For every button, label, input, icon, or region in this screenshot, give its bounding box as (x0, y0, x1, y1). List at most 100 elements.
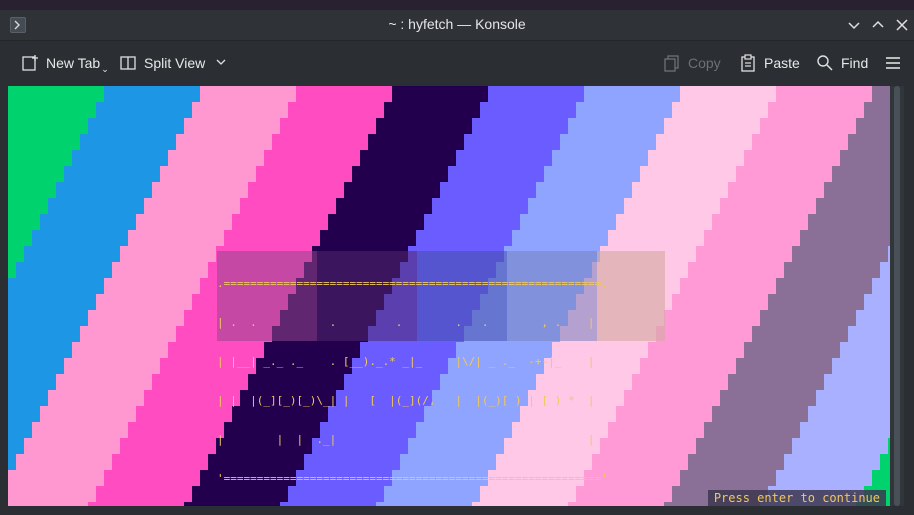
stripe-cell (720, 390, 817, 407)
stripe-cell (760, 310, 857, 327)
find-button[interactable]: Find (815, 51, 868, 75)
new-tab-label: New Tab (46, 55, 101, 71)
stripe-cell (736, 358, 833, 375)
stripe-cell (376, 118, 473, 135)
stripe-cell (8, 422, 33, 439)
stripe-cell (288, 102, 385, 119)
stripe-cell (8, 470, 105, 487)
stripe-cell (608, 230, 705, 247)
stripe-cell (192, 102, 289, 119)
main-toolbar: New Tab ⌄ Split View Copy Paste Find (0, 41, 914, 85)
hyfetch-ascii-banner: .=======================================… (217, 251, 669, 485)
paste-button[interactable]: Paste (738, 51, 800, 75)
stripe-cell (872, 470, 890, 487)
stripe-cell (32, 422, 129, 439)
chevron-down-icon[interactable] (215, 55, 227, 71)
stripe-cell (392, 86, 489, 103)
stripe-cell (672, 294, 769, 311)
stripe-cell (8, 102, 97, 119)
stripe-cell (168, 150, 265, 167)
stripe-cell (640, 166, 737, 183)
scrollbar-thumb[interactable] (894, 86, 900, 506)
banner-line: | | |(_][_)[_)\_| | [ |(_](/, | |(_)[ ) … (217, 394, 595, 407)
stripe-cell (240, 198, 337, 215)
banner-line: | . . . . . . , . | (217, 316, 595, 329)
konsole-window: ~ : hyfetch — Konsole New Tab ⌄ Split Vi… (0, 10, 914, 515)
stripe-cell (40, 406, 137, 423)
stripe-cell (72, 150, 169, 167)
stripe-cell (696, 438, 793, 455)
hamburger-menu-button[interactable] (884, 54, 902, 72)
maximize-button[interactable] (869, 16, 887, 34)
stripe-cell (152, 182, 249, 199)
stripe-cell (568, 118, 665, 135)
new-tab-button[interactable]: New Tab ⌄ (20, 51, 109, 75)
find-label: Find (841, 55, 869, 71)
stripe-cell (104, 278, 201, 295)
new-tab-dropdown-icon[interactable]: ⌄ (101, 64, 109, 75)
stripe-cell (96, 294, 193, 311)
terminal-view[interactable]: .=======================================… (8, 86, 890, 506)
stripe-cell (656, 134, 753, 151)
stripe-cell (520, 214, 617, 231)
stripe-cell (352, 166, 449, 183)
chevron-down-icon (848, 22, 860, 30)
stripe-cell (536, 182, 633, 199)
stripe-cell (32, 230, 129, 247)
close-button[interactable] (893, 16, 911, 34)
stripe-cell (224, 230, 321, 247)
stripe-cell (256, 166, 353, 183)
stripe-cell (856, 310, 890, 327)
stripe-cell (8, 454, 17, 471)
stripe-cell (728, 182, 825, 199)
stripe-cell (128, 230, 225, 247)
stripe-cell (768, 294, 865, 311)
stripe-cell (72, 342, 169, 359)
stripe-cell (448, 166, 545, 183)
stripe-cell (120, 246, 217, 263)
stripe-cell (648, 150, 745, 167)
stripe-cell (8, 166, 65, 183)
terminal-scrollbar[interactable] (890, 86, 904, 506)
stripe-cell (8, 86, 105, 103)
stripe-cell (680, 278, 777, 295)
stripe-cell (808, 406, 890, 423)
stripe-cell (8, 134, 81, 151)
stripe-cell (704, 230, 801, 247)
close-icon (896, 19, 908, 31)
stripe-cell (8, 326, 81, 343)
minimize-button[interactable] (845, 16, 863, 34)
stripe-cell (112, 454, 209, 471)
stripe-cell (80, 134, 177, 151)
stripe-cell (8, 390, 49, 407)
stripe-cell (432, 198, 529, 215)
stripe-cell (16, 454, 113, 471)
stripe-cell (800, 230, 890, 247)
new-tab-icon (20, 53, 40, 73)
stripe-cell (696, 246, 793, 263)
stripe-cell (680, 470, 777, 487)
stripe-cell (416, 230, 513, 247)
stripe-cell (784, 454, 881, 471)
stripe-cell (576, 102, 673, 119)
stripe-cell (64, 358, 161, 375)
banner-line: | |__| _._ ._ . [__)._.* _|_ |\/| _ ._ -… (217, 355, 595, 368)
stripe-cell (88, 118, 185, 135)
stripe-cell (736, 166, 833, 183)
stripe-cell (120, 438, 217, 455)
stripe-cell (160, 166, 257, 183)
window-title: ~ : hyfetch — Konsole (388, 16, 526, 32)
stripe-cell (8, 262, 17, 279)
stripe-cell (776, 470, 873, 487)
stripe-cell (8, 486, 97, 503)
stripe-cell (632, 182, 729, 199)
stripe-cell (112, 262, 209, 279)
stripe-cell (8, 294, 97, 311)
stripe-cell (8, 406, 41, 423)
stripe-cell (24, 438, 121, 455)
copy-button[interactable]: Copy (662, 51, 721, 75)
stripe-cell (328, 214, 425, 231)
stripe-cell (792, 438, 889, 455)
split-view-button[interactable]: Split View (118, 51, 227, 75)
stripe-cell (24, 246, 121, 263)
